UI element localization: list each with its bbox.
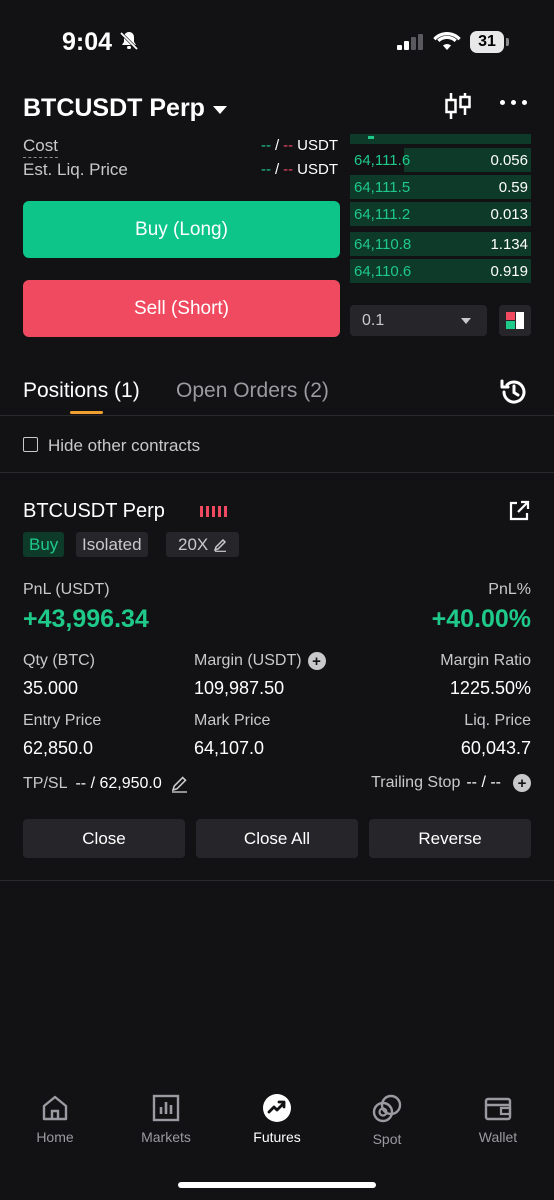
nav-wallet-label: Wallet xyxy=(478,1129,518,1145)
symbol-selector[interactable]: BTCUSDT Perp xyxy=(23,94,227,123)
tpsl-row[interactable]: TP/SL -- / 62,950.0 xyxy=(23,775,188,793)
est-liq-price-value: -- / -- USDT xyxy=(260,161,338,178)
order-book-top-dash xyxy=(368,136,374,139)
order-book-row[interactable]: 64,111.2 0.013 xyxy=(350,202,531,226)
side-badge: Buy xyxy=(23,532,65,557)
close-all-button[interactable]: Close All xyxy=(196,819,358,858)
nav-spot-label: Spot xyxy=(372,1131,402,1147)
nav-home[interactable]: Home xyxy=(0,1093,110,1145)
pnl-value: +43,996.34 xyxy=(23,605,149,633)
position-symbol[interactable]: BTCUSDT Perp xyxy=(23,500,165,523)
mark-price-label: Mark Price xyxy=(194,712,271,729)
est-liq-price-label: Est. Liq. Price xyxy=(23,160,128,179)
cellular-signal-icon xyxy=(397,34,425,55)
tpsl-label: TP/SL xyxy=(23,775,68,792)
order-book-layout-icon[interactable] xyxy=(499,305,531,336)
battery-indicator: 31 xyxy=(470,31,504,53)
divider xyxy=(0,415,554,416)
bell-muted-icon xyxy=(118,30,140,57)
order-book-qty: 0.013 xyxy=(490,206,528,223)
leverage-badge[interactable]: 20X xyxy=(166,532,240,557)
margin-value: 109,987.50 xyxy=(194,678,285,698)
order-book-qty: 1.134 xyxy=(490,236,528,253)
divider xyxy=(0,472,554,473)
pnl-label: PnL (USDT) xyxy=(23,581,110,598)
share-icon[interactable] xyxy=(508,500,530,527)
active-tab-indicator xyxy=(70,411,103,414)
qty-value: 35.000 xyxy=(23,678,79,698)
cost-label: Cost xyxy=(23,136,58,158)
hide-other-contracts-label[interactable]: Hide other contracts xyxy=(48,436,200,456)
nav-home-label: Home xyxy=(36,1129,74,1145)
order-book-price: 64,110.6 xyxy=(354,263,412,280)
order-book-qty: 0.59 xyxy=(498,179,528,196)
reverse-button[interactable]: Reverse xyxy=(369,819,531,858)
nav-spot[interactable]: Spot xyxy=(332,1093,442,1147)
wallet-icon xyxy=(484,1097,512,1121)
qty-label: Qty (BTC) xyxy=(23,652,95,669)
margin-ratio-label: Margin Ratio xyxy=(440,652,531,669)
pnl-percent-value: +40.00% xyxy=(431,605,531,633)
order-book-price: 64,110.8 xyxy=(354,236,412,253)
trailing-stop-label: Trailing Stop xyxy=(371,774,461,791)
battery-nub xyxy=(506,38,509,46)
edit-icon xyxy=(214,538,227,552)
cost-value: -- / -- USDT xyxy=(260,137,338,154)
hide-other-contracts-checkbox[interactable] xyxy=(23,437,38,452)
leverage-value: 20X xyxy=(178,535,209,554)
tpsl-value: -- / 62,950.0 xyxy=(75,775,162,792)
divider xyxy=(0,880,554,881)
nav-wallet[interactable]: Wallet xyxy=(443,1093,553,1145)
order-book-top-row xyxy=(350,134,531,144)
margin-label-group: Margin (USDT) + xyxy=(194,652,326,670)
order-book-price: 64,111.5 xyxy=(354,179,411,196)
nav-futures[interactable]: Futures xyxy=(222,1093,332,1145)
symbol-title: BTCUSDT Perp xyxy=(23,94,205,122)
add-margin-icon[interactable]: + xyxy=(307,652,326,670)
home-icon xyxy=(42,1095,68,1121)
mark-price-value: 64,107.0 xyxy=(194,738,265,758)
trailing-stop-value: -- / -- xyxy=(466,774,501,791)
nav-markets-label: Markets xyxy=(141,1129,191,1145)
order-book-qty: 0.056 xyxy=(490,152,528,169)
order-book-price: 64,111.2 xyxy=(354,206,411,223)
margin-mode-badge[interactable]: Isolated xyxy=(76,532,148,557)
order-book-qty: 0.919 xyxy=(490,263,528,280)
spot-icon xyxy=(372,1094,402,1123)
candlestick-chart-icon[interactable] xyxy=(444,91,472,126)
order-book-price: 64,111.6 xyxy=(354,152,411,169)
order-book-row[interactable]: 64,111.6 0.056 xyxy=(350,148,531,172)
buy-long-button[interactable]: Buy (Long) xyxy=(23,201,340,258)
caret-down-icon xyxy=(212,105,227,114)
trailing-stop-row[interactable]: Trailing Stop -- / -- + xyxy=(371,774,531,792)
order-book-row[interactable]: 64,110.8 1.134 xyxy=(350,232,531,256)
futures-icon xyxy=(263,1094,291,1122)
order-book-row[interactable]: 64,110.6 0.919 xyxy=(350,259,531,283)
caret-down-icon xyxy=(461,318,471,324)
home-indicator xyxy=(178,1182,376,1188)
margin-label: Margin (USDT) xyxy=(194,652,302,669)
markets-icon xyxy=(152,1094,180,1122)
liq-price-value: 60,043.7 xyxy=(460,738,531,758)
tab-open-orders[interactable]: Open Orders (2) xyxy=(176,379,329,403)
liq-price-label: Liq. Price xyxy=(464,712,531,729)
edit-icon xyxy=(171,776,187,793)
leverage-risk-bars-icon xyxy=(200,506,227,517)
tab-positions[interactable]: Positions (1) xyxy=(23,379,140,403)
sell-short-button[interactable]: Sell (Short) xyxy=(23,280,340,337)
nav-markets[interactable]: Markets xyxy=(111,1093,221,1145)
history-icon[interactable] xyxy=(499,377,529,412)
entry-price-label: Entry Price xyxy=(23,712,102,729)
more-options-icon[interactable] xyxy=(500,100,527,105)
wifi-icon xyxy=(433,31,461,56)
order-book-row[interactable]: 64,111.5 0.59 xyxy=(350,175,531,199)
status-time: 9:04 xyxy=(62,28,113,56)
add-trailing-stop-icon[interactable]: + xyxy=(513,774,531,792)
close-button[interactable]: Close xyxy=(23,819,185,858)
entry-price-value: 62,850.0 xyxy=(23,738,94,758)
margin-ratio-value: 1225.50% xyxy=(449,678,531,698)
pnl-percent-label: PnL% xyxy=(488,581,531,598)
nav-futures-label: Futures xyxy=(253,1129,301,1145)
